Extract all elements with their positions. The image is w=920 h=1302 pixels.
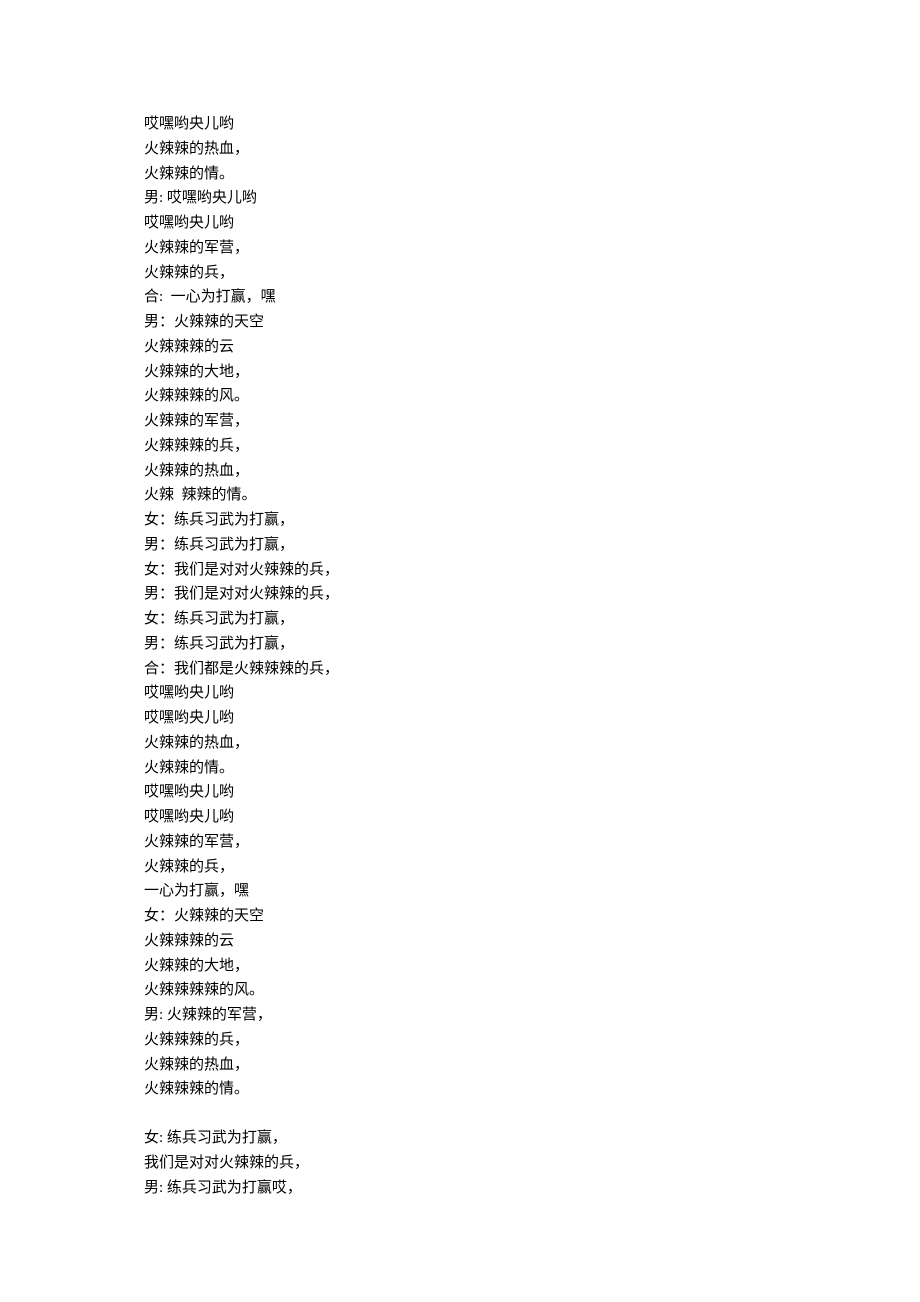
lyric-line: 火辣辣的热血， — [144, 1053, 784, 1078]
lyric-line: 一心为打赢，嘿 — [144, 879, 784, 904]
lyric-line: 火辣辣辣的情。 — [144, 1077, 784, 1102]
lyric-line: 合：我们都是火辣辣辣的兵， — [144, 657, 784, 682]
lyric-line: 火辣辣的兵， — [144, 261, 784, 286]
lyric-line: 哎嘿哟央儿哟 — [144, 211, 784, 236]
lyric-line: 火辣辣的热血， — [144, 731, 784, 756]
lyric-line: 哎嘿哟央儿哟 — [144, 706, 784, 731]
lyric-line: 火辣辣的军营， — [144, 830, 784, 855]
lyric-line: 哎嘿哟央儿哟 — [144, 780, 784, 805]
lyric-line: 火辣辣的兵， — [144, 855, 784, 880]
lyrics-block: 哎嘿哟央儿哟火辣辣的热血，火辣辣的情。男: 哎嘿哟央儿哟哎嘿哟央儿哟火辣辣的军营… — [144, 112, 784, 1200]
lyric-line: 男: 哎嘿哟央儿哟 — [144, 186, 784, 211]
blank-line — [144, 1102, 784, 1126]
lyric-line: 男：练兵习武为打赢， — [144, 632, 784, 657]
lyric-line: 火辣辣的情。 — [144, 162, 784, 187]
lyric-line: 哎嘿哟央儿哟 — [144, 681, 784, 706]
lyric-line: 女：我们是对对火辣辣的兵， — [144, 558, 784, 583]
lyric-line: 我们是对对火辣辣的兵， — [144, 1151, 784, 1176]
lyric-line: 火辣辣辣的兵， — [144, 1028, 784, 1053]
lyric-line: 火辣辣的军营， — [144, 236, 784, 261]
lyric-line: 火辣辣的热血， — [144, 459, 784, 484]
lyric-line: 女: 练兵习武为打赢， — [144, 1126, 784, 1151]
lyric-line: 哎嘿哟央儿哟 — [144, 805, 784, 830]
lyric-line: 火辣辣的军营， — [144, 409, 784, 434]
lyric-line: 火辣辣的大地， — [144, 360, 784, 385]
lyric-line: 火辣 辣辣的情。 — [144, 483, 784, 508]
lyric-line: 男：练兵习武为打赢， — [144, 533, 784, 558]
lyric-line: 火辣辣的热血， — [144, 137, 784, 162]
lyric-line: 女：练兵习武为打赢， — [144, 607, 784, 632]
lyric-line: 火辣辣辣的云 — [144, 335, 784, 360]
lyric-line: 火辣辣辣的兵， — [144, 434, 784, 459]
lyric-line: 哎嘿哟央儿哟 — [144, 112, 784, 137]
lyric-line: 女：练兵习武为打赢， — [144, 508, 784, 533]
lyric-line: 火辣辣辣辣的风。 — [144, 978, 784, 1003]
document-page: 哎嘿哟央儿哟火辣辣的热血，火辣辣的情。男: 哎嘿哟央儿哟哎嘿哟央儿哟火辣辣的军营… — [0, 0, 784, 1200]
lyric-line: 合: 一心为打赢，嘿 — [144, 285, 784, 310]
lyric-line: 火辣辣的情。 — [144, 756, 784, 781]
lyric-line: 火辣辣辣的云 — [144, 929, 784, 954]
lyric-line: 男：火辣辣的天空 — [144, 310, 784, 335]
lyric-line: 男: 火辣辣的军营， — [144, 1003, 784, 1028]
lyric-line: 男: 练兵习武为打赢哎， — [144, 1176, 784, 1201]
lyric-line: 火辣辣辣的风。 — [144, 384, 784, 409]
lyric-line: 男：我们是对对火辣辣的兵， — [144, 582, 784, 607]
lyric-line: 女：火辣辣的天空 — [144, 904, 784, 929]
lyric-line: 火辣辣的大地， — [144, 954, 784, 979]
